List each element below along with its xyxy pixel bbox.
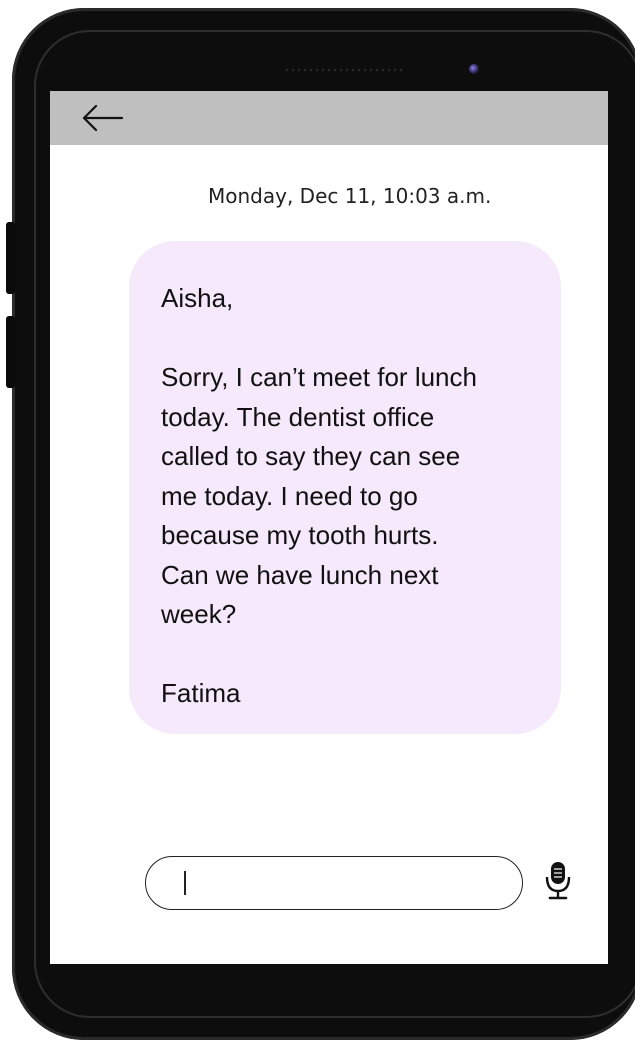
- message-line: today. The dentist office: [161, 401, 435, 432]
- phone-screen: Monday, Dec 11, 10:03 a.m. Aisha, Sorry,…: [50, 91, 608, 964]
- arrow-left-icon: [82, 104, 124, 132]
- message-signature: Fatima: [161, 678, 241, 708]
- microphone-button[interactable]: [543, 859, 573, 903]
- front-camera: [469, 64, 479, 74]
- earpiece-speaker: [284, 68, 402, 72]
- message-line: week?: [161, 599, 237, 629]
- volume-down-button: [6, 316, 15, 388]
- volume-up-button: [6, 222, 15, 294]
- header-bar: [50, 91, 608, 145]
- message-line: Can we have lunch next: [161, 559, 439, 590]
- message-line: Sorry, I can’t meet for lunch: [161, 362, 477, 392]
- message-bubble: Aisha, Sorry, I can’t meet for lunch tod…: [129, 241, 561, 734]
- message-greeting: Aisha,: [161, 283, 234, 313]
- message-line: me today. I need to go: [161, 480, 418, 511]
- text-caret: [184, 871, 186, 895]
- message-line: because my tooth hurts.: [161, 520, 439, 550]
- back-button[interactable]: [80, 102, 126, 134]
- message-input[interactable]: [145, 856, 523, 910]
- microphone-icon: [545, 862, 571, 900]
- message-timestamp: Monday, Dec 11, 10:03 a.m.: [208, 184, 492, 208]
- message-line: called to say they can see: [161, 441, 461, 471]
